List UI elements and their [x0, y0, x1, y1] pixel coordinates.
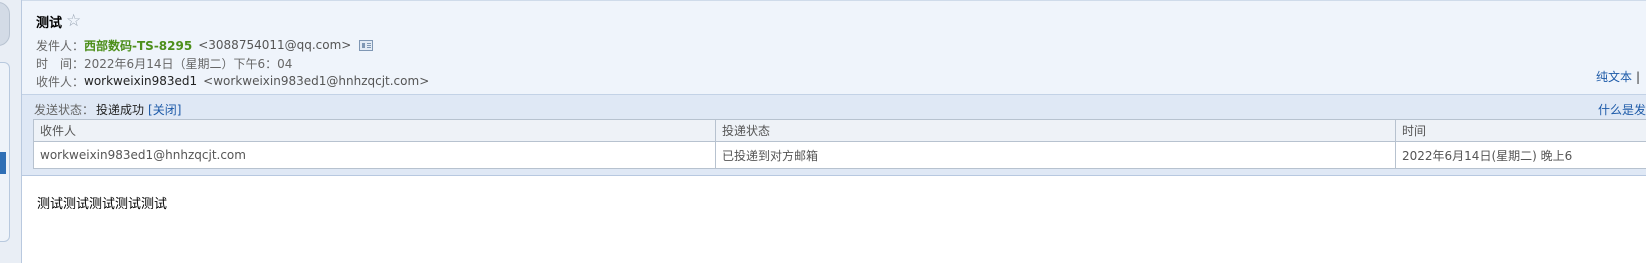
- sender-email: <3088754011@qq.com>: [198, 38, 352, 52]
- delivery-table: 收件人 投递状态 时间 workweixin983ed1@hnhzqcjt.co…: [33, 119, 1646, 169]
- toolbar-separator: |: [1635, 70, 1640, 84]
- column-header-time: 时间: [1395, 119, 1646, 142]
- delivery-status-line: 发送状态： 投递成功 [关闭]: [34, 101, 181, 118]
- table-row: workweixin983ed1@hnhzqcjt.com 已投递到对方邮箱 2…: [33, 141, 1646, 169]
- contact-card-icon[interactable]: [359, 39, 374, 51]
- close-status-link[interactable]: [关闭]: [148, 103, 181, 117]
- mail-subject: 测试: [36, 15, 63, 31]
- time-row: 时 间： 2022年6月14日（星期二）下午6：04: [36, 54, 292, 72]
- sidebar-collapse-handle[interactable]: [0, 2, 10, 46]
- recipient-email: <workweixin983ed1@hnhzqcjt.com>: [203, 74, 430, 88]
- sidebar-active-marker: [0, 152, 6, 174]
- recipient-name[interactable]: workweixin983ed1: [84, 74, 197, 88]
- delivery-status-panel: 发送状态： 投递成功 [关闭] 什么是发 收件人 投递状态 时间 workweixi…: [22, 94, 1646, 176]
- recipient-row: 收件人： workweixin983ed1 <workweixin983ed1@…: [36, 72, 429, 90]
- left-sidebar-edge: [0, 0, 22, 263]
- row-recipient: workweixin983ed1@hnhzqcjt.com: [33, 141, 716, 169]
- delivery-status-label: 发送状态：: [34, 103, 95, 117]
- sender-label: 发件人：: [36, 38, 85, 53]
- star-icon[interactable]: ☆: [66, 12, 81, 30]
- table-header-row: 收件人 投递状态 时间: [33, 119, 1646, 142]
- time-value: 2022年6月14日（星期二）下午6：04: [84, 56, 293, 71]
- mail-body: 测试测试测试测试测试: [37, 197, 168, 212]
- column-header-recipient: 收件人: [33, 119, 716, 142]
- plaintext-link-label[interactable]: 纯文本: [1596, 70, 1632, 84]
- plaintext-link[interactable]: 纯文本 |: [1596, 68, 1640, 85]
- row-time: 2022年6月14日(星期二) 晚上6: [1395, 141, 1646, 169]
- row-status: 已投递到对方邮箱: [715, 141, 1396, 169]
- column-header-status: 投递状态: [715, 119, 1396, 142]
- sender-name[interactable]: 西部数码-TS-8295: [84, 37, 192, 54]
- mail-header: 测试 ☆ 发件人： 西部数码-TS-8295 <3088754011@qq.co…: [22, 0, 1646, 94]
- delivery-help-link[interactable]: 什么是发: [1598, 101, 1646, 118]
- sender-row: 发件人： 西部数码-TS-8295 <3088754011@qq.com>: [36, 36, 374, 54]
- delivery-status-value: 投递成功: [96, 103, 145, 117]
- subject-row: 测试 ☆: [36, 12, 81, 31]
- time-label: 时 间：: [36, 56, 85, 71]
- recipient-label: 收件人：: [36, 74, 85, 89]
